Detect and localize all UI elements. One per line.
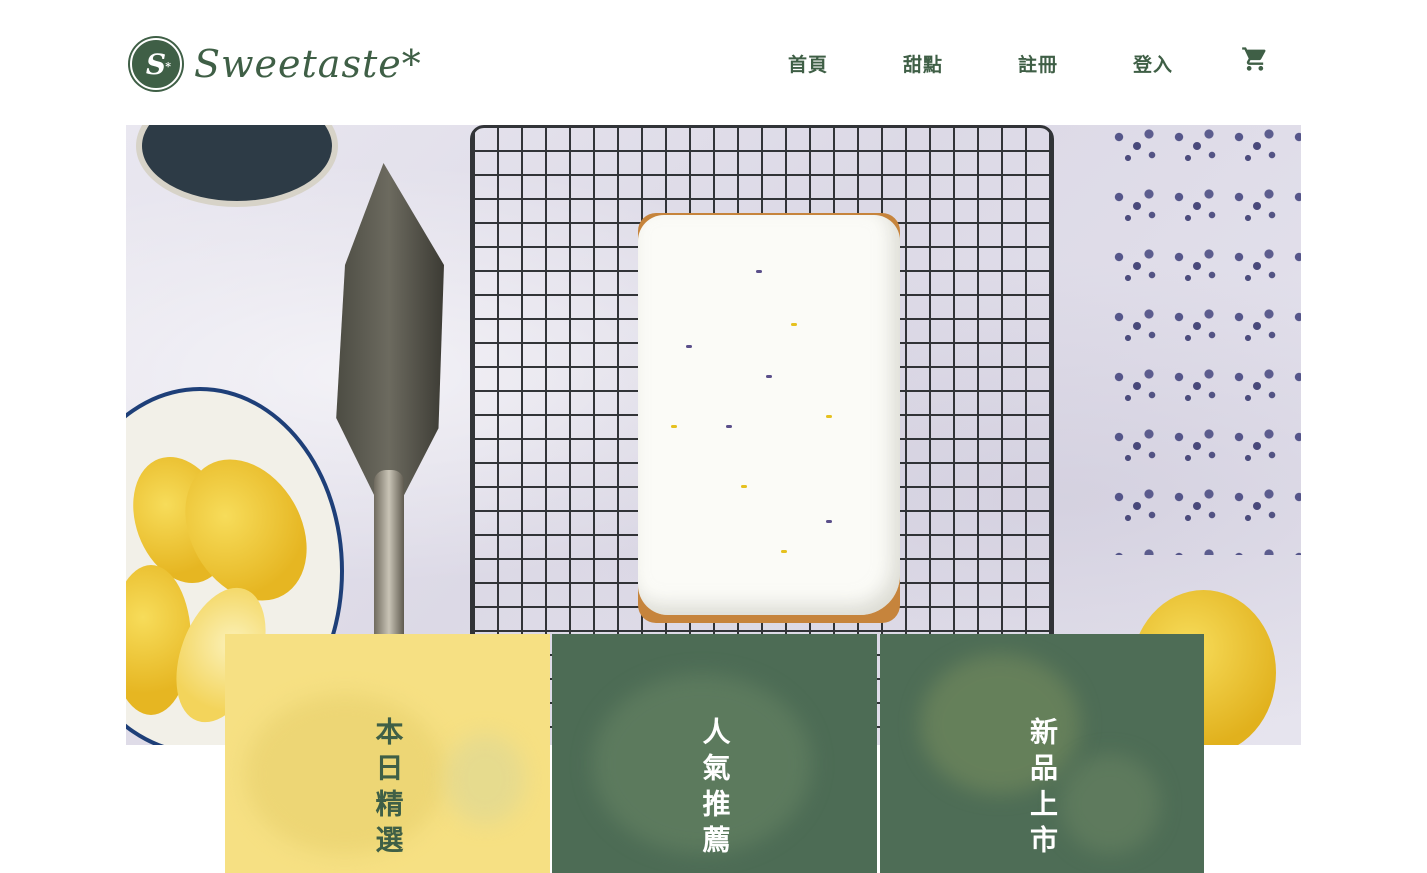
category-label: 人氣推薦 (698, 716, 732, 861)
logo-badge-icon: S * (130, 38, 182, 90)
nav-item-login[interactable]: 登入 (1133, 50, 1248, 77)
brand-logo[interactable]: S * Sweetaste* (130, 38, 422, 90)
main-nav: 首頁 甜點 註冊 登入 (788, 50, 1248, 77)
nav-item-desserts[interactable]: 甜點 (903, 50, 1018, 77)
shopping-cart-icon[interactable] (1241, 45, 1269, 73)
logo-badge-star: * (165, 60, 171, 73)
category-tiles: 本日精選 人氣推薦 新品上市 (225, 634, 1205, 873)
category-label: 本日精選 (371, 716, 405, 861)
category-tile-featured[interactable]: 本日精選 (225, 634, 550, 873)
logo-badge-letter: S (145, 47, 167, 81)
category-tile-new[interactable]: 新品上市 (880, 634, 1204, 873)
brand-name: Sweetaste* (194, 42, 422, 86)
nav-item-register[interactable]: 註冊 (1018, 50, 1133, 77)
category-label: 新品上市 (1026, 716, 1059, 861)
nav-item-home[interactable]: 首頁 (788, 50, 903, 77)
lavender-decoration (1101, 125, 1301, 555)
site-header: S * Sweetaste* 首頁 甜點 註冊 登入 (0, 0, 1427, 125)
category-tile-popular[interactable]: 人氣推薦 (552, 634, 877, 873)
